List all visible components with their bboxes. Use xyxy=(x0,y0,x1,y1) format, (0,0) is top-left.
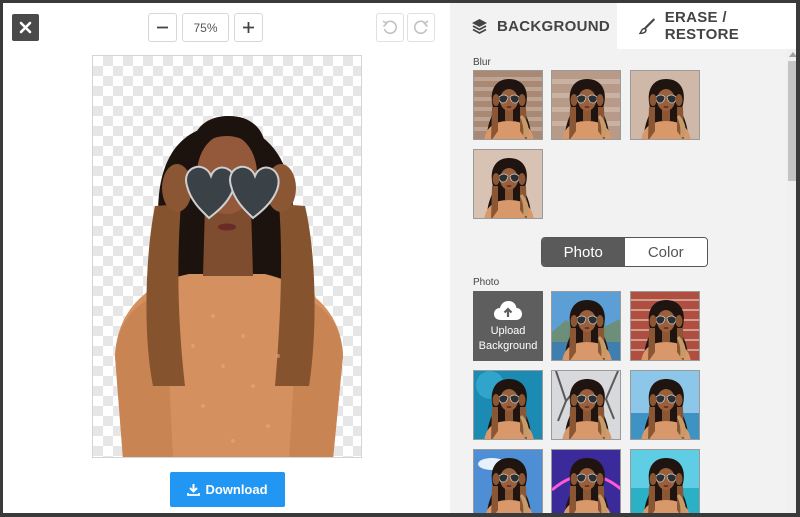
blur-thumbnail-1[interactable] xyxy=(473,70,543,140)
zoom-in-button[interactable] xyxy=(234,13,263,42)
layers-icon xyxy=(472,18,487,34)
photo-thumbnail-purple-neon[interactable] xyxy=(551,449,621,513)
photo-thumbnail-city-coast[interactable] xyxy=(551,291,621,361)
download-icon xyxy=(187,484,201,496)
undo-icon xyxy=(382,19,398,34)
upload-label-line2: Background xyxy=(478,340,538,352)
history-controls xyxy=(376,13,435,42)
tab-background-label: BACKGROUND xyxy=(497,17,610,35)
panel-tabs: BACKGROUND ERASE / RESTORE xyxy=(450,3,796,49)
close-icon xyxy=(19,21,32,34)
photo-thumbnail-sky-clouds[interactable] xyxy=(473,449,543,513)
background-type-toggle: Photo Color xyxy=(541,237,708,267)
redo-button[interactable] xyxy=(407,13,435,42)
scroll-up-arrow-icon[interactable] xyxy=(789,52,796,57)
tab-background[interactable]: BACKGROUND xyxy=(450,3,617,49)
zoom-level: 75% xyxy=(182,13,229,42)
blur-thumbnail-3[interactable] xyxy=(630,70,700,140)
upload-label-line1: Upload xyxy=(490,325,526,337)
zoom-controls: 75% xyxy=(148,13,263,42)
tab-erase-restore-label: ERASE / RESTORE xyxy=(664,9,740,43)
plus-icon xyxy=(243,22,254,33)
redo-icon xyxy=(413,19,429,34)
brush-icon xyxy=(639,18,655,34)
scroll-thumb[interactable] xyxy=(788,61,796,181)
photo-thumbnail-teal-blue[interactable] xyxy=(473,370,543,440)
upload-background-button[interactable]: Upload Background xyxy=(473,291,543,361)
photo-thumbnail-tropical-beach[interactable] xyxy=(630,449,700,513)
editor-window: 75% Download BACKGROUND ERASE / RESTORE … xyxy=(0,0,800,517)
blur-thumbnail-2[interactable] xyxy=(551,70,621,140)
side-panel: BACKGROUND ERASE / RESTORE Blur Photo Co… xyxy=(450,3,796,513)
minus-icon xyxy=(157,26,168,29)
subject-image xyxy=(115,116,343,457)
close-button[interactable] xyxy=(12,14,39,41)
photo-thumbnail-sea-sky[interactable] xyxy=(630,370,700,440)
cloud-upload-icon xyxy=(494,301,522,320)
download-button[interactable]: Download xyxy=(170,472,285,507)
color-toggle-button[interactable]: Color xyxy=(624,238,707,266)
panel-scrollbar[interactable] xyxy=(786,49,796,513)
tab-erase-restore[interactable]: ERASE / RESTORE xyxy=(617,3,796,49)
photo-section-label: Photo xyxy=(473,277,500,288)
download-label: Download xyxy=(205,482,268,497)
photo-thumbnail-brick-wall[interactable] xyxy=(630,291,700,361)
photo-toggle-button[interactable]: Photo xyxy=(542,238,625,266)
blur-thumbnail-4[interactable] xyxy=(473,149,543,219)
blur-section-label: Blur xyxy=(473,57,491,68)
undo-button[interactable] xyxy=(376,13,404,42)
editor-area: 75% Download xyxy=(3,3,450,513)
zoom-out-button[interactable] xyxy=(148,13,177,42)
image-canvas[interactable] xyxy=(92,55,362,458)
photo-thumbnail-tree-branches[interactable] xyxy=(551,370,621,440)
